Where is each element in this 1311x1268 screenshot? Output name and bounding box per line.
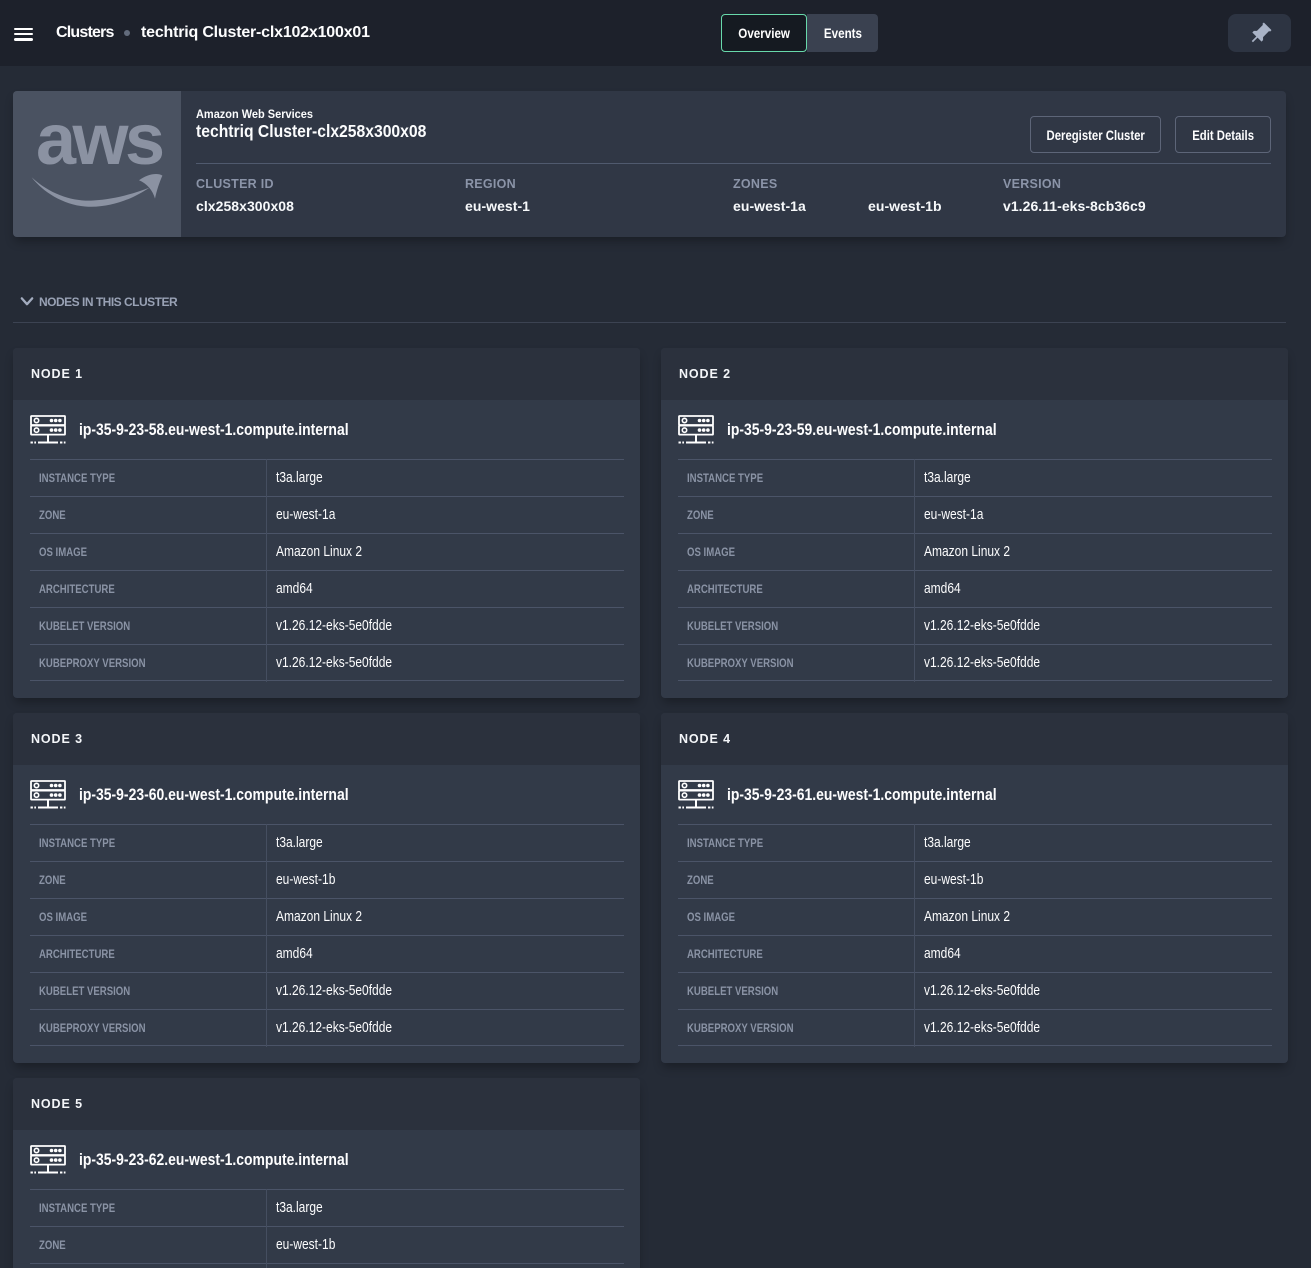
svg-text:aws: aws bbox=[36, 100, 163, 180]
